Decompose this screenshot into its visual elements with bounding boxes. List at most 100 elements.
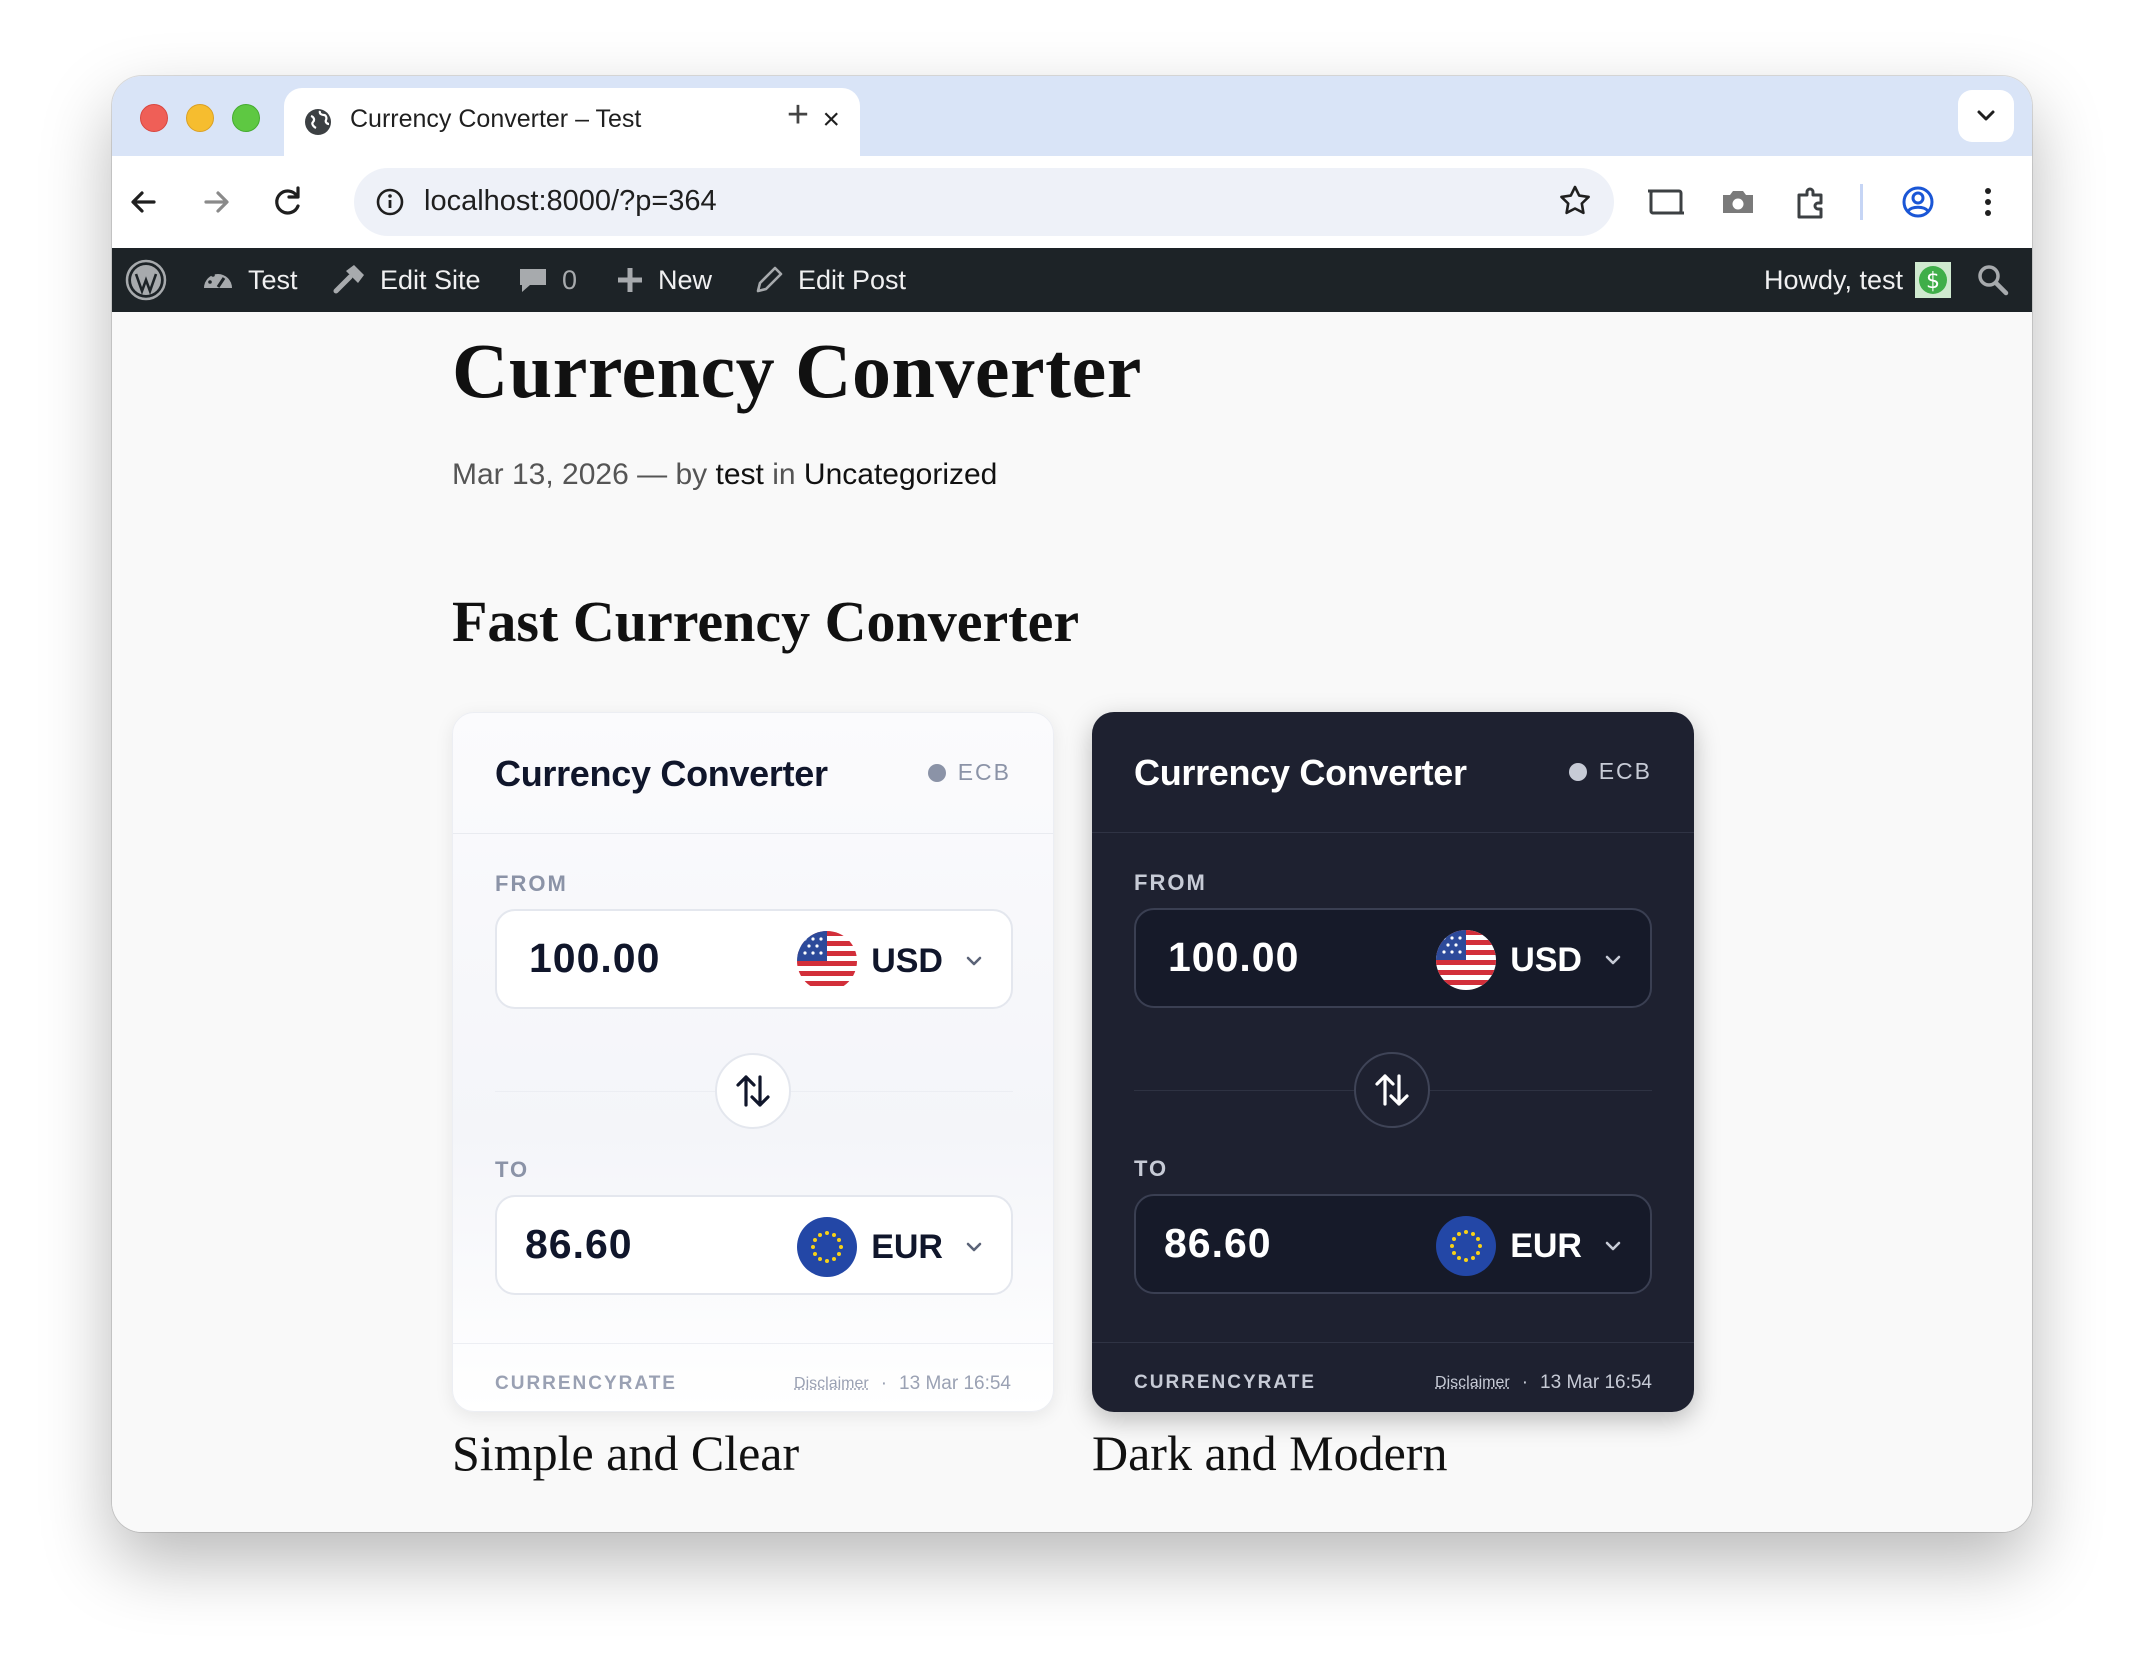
edit-post-label: Edit Post (798, 264, 907, 295)
from-label: FROM (495, 871, 568, 896)
from-currency-select[interactable]: USD (797, 930, 985, 992)
from-currency-code: USD (871, 941, 943, 980)
post-title: Currency Converter (452, 327, 1142, 414)
footer-divider (453, 1343, 1053, 1344)
source-label: ECB (957, 759, 1011, 785)
site-info-icon[interactable] (370, 182, 410, 222)
post-category-link[interactable]: Uncategorized (804, 458, 997, 491)
section-heading: Fast Currency Converter (452, 589, 1080, 654)
from-currency-code: USD (1510, 940, 1582, 979)
meta-by: by (675, 458, 708, 491)
us-flag-icon (797, 931, 858, 991)
wp-admin-bar: Test Edit Site 0 New Edit Post Howdy, te… (112, 248, 2032, 312)
from-amount-input[interactable]: 100.00 (529, 935, 660, 982)
swap-arrows-icon (736, 1075, 770, 1107)
extensions-puzzle-icon[interactable] (1788, 178, 1836, 226)
header-divider (1092, 832, 1694, 833)
from-currency-select[interactable]: USD (1436, 929, 1624, 991)
howdy-label: Howdy, test (1764, 264, 1904, 295)
comment-bubble-icon (520, 269, 546, 292)
globe-icon (305, 109, 331, 135)
toolbar-divider (1860, 184, 1863, 220)
cast-screen-icon[interactable] (1642, 178, 1690, 226)
chevron-down-icon (966, 956, 982, 966)
source-badge: ECB (927, 759, 1011, 786)
site-name-label: Test (248, 264, 298, 295)
dashboard-gauge-icon (204, 270, 232, 288)
svg-text:$: $ (1926, 269, 1940, 294)
kebab-menu-icon[interactable] (1964, 178, 2012, 226)
address-bar[interactable]: localhost:8000/?p=364 (354, 168, 1614, 236)
tab-close-button[interactable]: × (822, 102, 840, 138)
url-text[interactable]: localhost:8000/?p=364 (424, 185, 717, 218)
caption-light: Simple and Clear (452, 1425, 800, 1481)
wp-logo-button[interactable] (124, 248, 180, 312)
source-label: ECB (1598, 758, 1652, 784)
post-meta: Mar 13, 2026 — by test in Uncategorized (452, 458, 997, 492)
disclaimer-link[interactable]: Disclaimer (794, 1375, 869, 1393)
to-currency-select[interactable]: EUR (797, 1216, 985, 1278)
from-label: FROM (1134, 870, 1207, 895)
edit-site-label: Edit Site (380, 264, 481, 295)
updated-timestamp: 13 Mar 16:54 (1540, 1372, 1652, 1393)
camera-icon[interactable] (1714, 178, 1762, 226)
reload-icon[interactable] (264, 178, 312, 226)
to-field[interactable]: 86.60 EUR (495, 1195, 1013, 1295)
maximize-window-button[interactable] (232, 104, 260, 132)
chevron-down-icon (1605, 1241, 1621, 1251)
chevron-down-icon (1605, 955, 1621, 965)
caption-dark: Dark and Modern (1092, 1425, 1448, 1481)
disclaimer-link[interactable]: Disclaimer (1435, 1374, 1510, 1392)
profile-avatar-icon[interactable] (1894, 178, 1942, 226)
search-icon (1978, 265, 2009, 296)
brand-label: CURRENCYRATE (1134, 1372, 1316, 1393)
tab-strip: Currency Converter – Test × + (112, 76, 2032, 156)
back-arrow-icon[interactable] (120, 178, 168, 226)
from-field[interactable]: 100.00 USD (1134, 908, 1652, 1008)
updated-timestamp: 13 Mar 16:54 (899, 1373, 1011, 1394)
search-button[interactable] (1976, 248, 2022, 312)
new-content-link[interactable]: New (614, 248, 712, 312)
new-tab-button[interactable]: + (772, 90, 824, 142)
footer-separator: · (1521, 1372, 1529, 1393)
edit-site-link[interactable]: Edit Site (330, 248, 481, 312)
wordpress-logo-icon (125, 259, 167, 301)
forward-arrow-icon[interactable] (192, 178, 240, 226)
to-currency-code: EUR (1510, 1226, 1582, 1265)
footer-divider (1092, 1342, 1694, 1343)
eu-flag-icon (797, 1217, 858, 1277)
browser-window: Currency Converter – Test × + localhost:… (112, 76, 2032, 1532)
to-amount-output: 86.60 (1164, 1220, 1272, 1266)
us-flag-icon (1436, 930, 1497, 990)
swap-button[interactable] (1354, 1052, 1430, 1128)
to-field[interactable]: 86.60 EUR (1134, 1194, 1652, 1294)
to-label: TO (1134, 1156, 1169, 1181)
bookmark-star-icon[interactable] (1554, 180, 1596, 222)
widget-title: Currency Converter (1134, 752, 1467, 793)
close-window-button[interactable] (140, 104, 168, 132)
widget-footer-info: Disclaimer · 13 Mar 16:54 (794, 1373, 1011, 1395)
header-divider (453, 833, 1053, 834)
to-currency-select[interactable]: EUR (1436, 1215, 1624, 1277)
edit-post-link[interactable]: Edit Post (752, 248, 906, 312)
converter-widget-light: Currency Converter ECB FROM 100.00 USD T… (452, 712, 1054, 1412)
pencil-icon (756, 266, 783, 293)
post-author-link[interactable]: test (716, 458, 764, 491)
from-field[interactable]: 100.00 USD (495, 909, 1013, 1009)
from-amount-input[interactable]: 100.00 (1168, 934, 1299, 981)
my-account-link[interactable]: Howdy, test $ (1764, 248, 1963, 312)
swap-button[interactable] (715, 1053, 791, 1129)
site-name-link[interactable]: Test (200, 248, 298, 312)
chevron-down-icon (966, 1242, 982, 1252)
tab-search-button[interactable] (1958, 90, 2014, 142)
tab-title: Currency Converter – Test (350, 105, 642, 133)
footer-separator: · (880, 1373, 888, 1394)
plus-icon (618, 268, 642, 292)
meta-dash: — (637, 458, 668, 491)
user-avatar: $ (1915, 262, 1952, 298)
post-date[interactable]: Mar 13, 2026 (452, 458, 629, 491)
verified-check-icon (927, 763, 946, 782)
to-currency-code: EUR (871, 1227, 943, 1266)
minimize-window-button[interactable] (186, 104, 214, 132)
comments-link[interactable]: 0 (516, 248, 577, 312)
